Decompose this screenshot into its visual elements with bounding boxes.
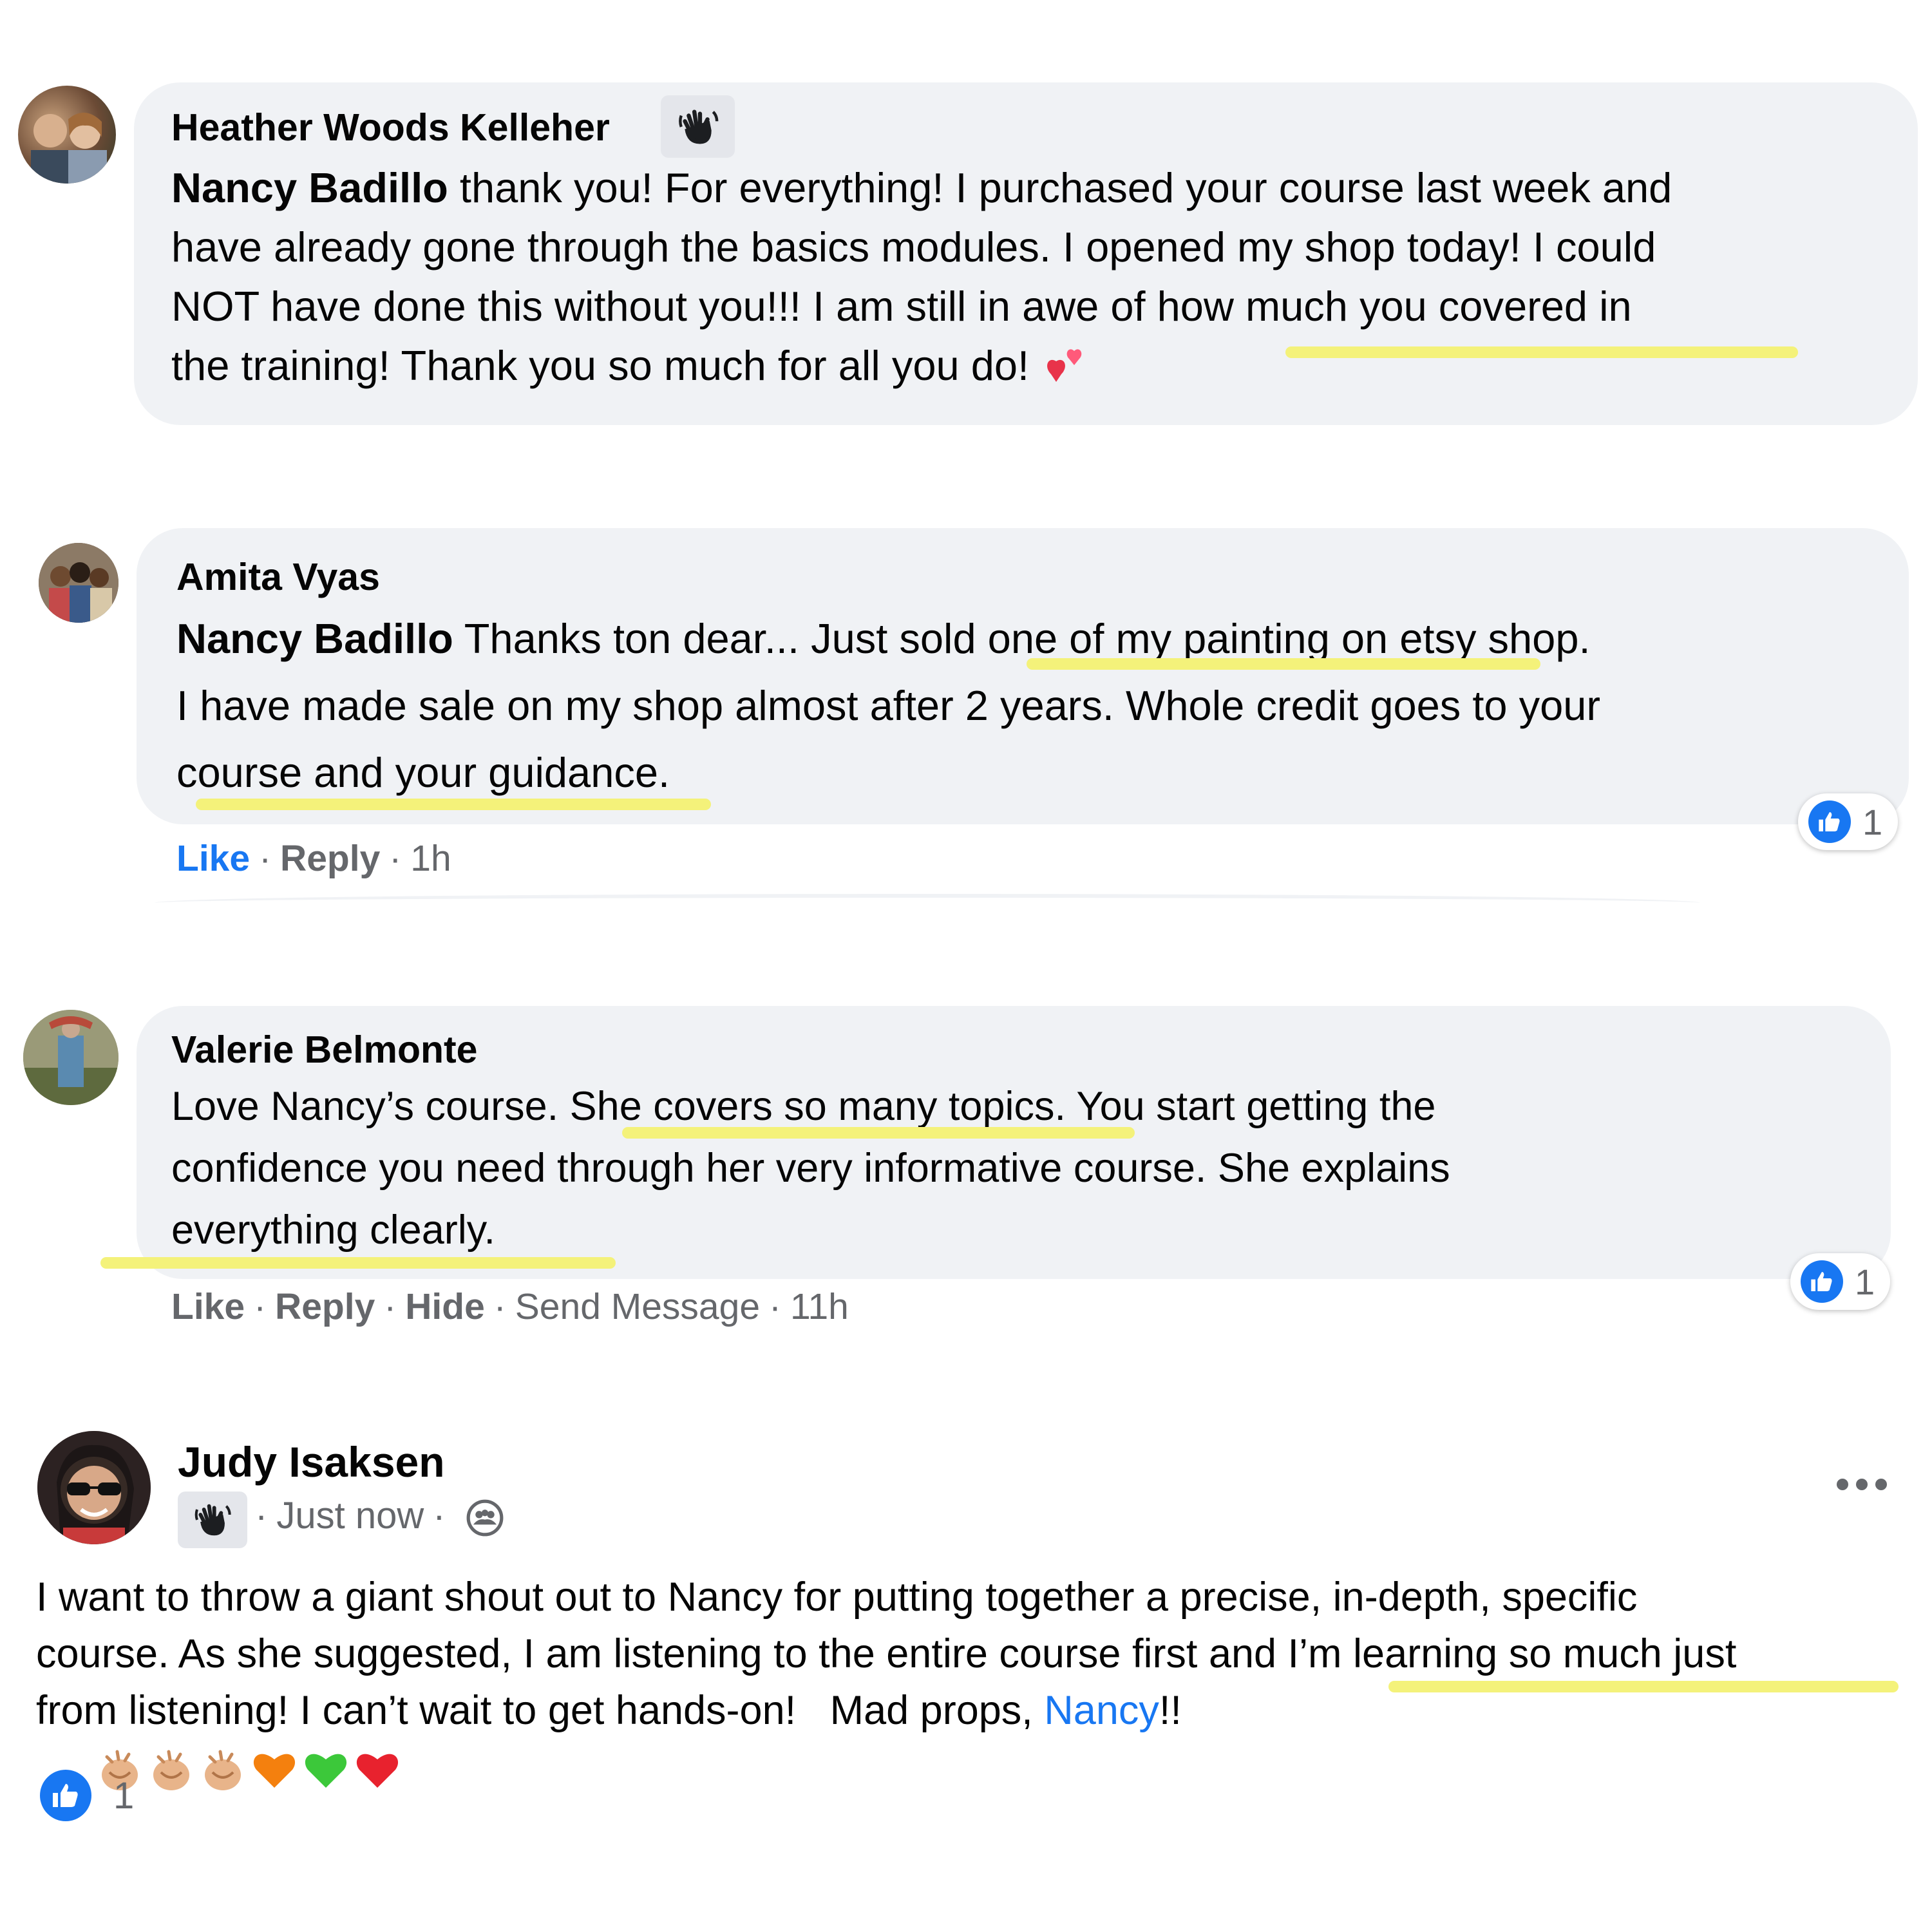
waving-hand-icon (678, 109, 718, 144)
comment-text: Love Nancy’s course. She covers so many … (171, 1084, 1450, 1253)
highlight-mark (1388, 1681, 1899, 1692)
green-heart-icon (305, 1754, 347, 1788)
bubble-edge (155, 894, 1700, 912)
reply-button[interactable]: Reply (280, 838, 380, 879)
send-message-button[interactable]: Send Message (515, 1286, 760, 1327)
reaction-count: 1 (1862, 801, 1883, 842)
timestamp[interactable]: 1h (410, 838, 451, 879)
reaction-count: 1 (113, 1774, 135, 1817)
avatar-heather[interactable] (18, 86, 116, 184)
red-heart-icon (356, 1754, 399, 1788)
avatar-photo (23, 1010, 118, 1105)
comment-author[interactable]: Amita Vyas (176, 555, 380, 599)
reaction-summary[interactable]: 1 (1798, 793, 1899, 850)
avatar-photo (31, 112, 107, 184)
clapping-hands-icon (205, 1750, 242, 1791)
like-button[interactable]: Like (176, 838, 250, 879)
reaction-summary[interactable]: 1 (1790, 1253, 1891, 1310)
avatar-photo (37, 1431, 151, 1544)
reply-button[interactable]: Reply (275, 1286, 375, 1327)
post-reactions[interactable]: 1 (40, 1770, 134, 1821)
comment-text: Nancy Badillo thank you! For everything!… (171, 158, 1897, 395)
comment-actions: Like · Reply · 1h (176, 838, 451, 879)
highlight-mark (196, 799, 711, 810)
comment-author[interactable]: Heather Woods Kelleher (171, 106, 610, 149)
two-hearts-icon (1047, 349, 1082, 382)
badge[interactable] (661, 95, 735, 158)
highlight-mark (1285, 346, 1798, 358)
timestamp[interactable]: 11h (790, 1286, 849, 1327)
clapping-hands-icon (153, 1750, 190, 1791)
avatar-judy[interactable] (37, 1431, 151, 1544)
more-options-icon[interactable] (1833, 1475, 1891, 1494)
reaction-count: 1 (1855, 1261, 1875, 1302)
comment-author[interactable]: Valerie Belmonte (171, 1028, 478, 1072)
post-meta: · Just now · (255, 1495, 446, 1537)
orange-heart-icon (253, 1754, 296, 1788)
post-text: I want to throw a giant shout out to Nan… (36, 1569, 1917, 1852)
comment-text: Nancy Badillo Thanks ton dear... Just so… (176, 615, 1601, 796)
like-reaction-icon (1801, 1260, 1843, 1303)
highlight-mark (100, 1257, 616, 1269)
timestamp[interactable]: Just now (276, 1495, 424, 1537)
highlight-mark (1027, 658, 1540, 670)
group-icon[interactable] (465, 1498, 505, 1538)
mention-link[interactable]: Nancy Badillo (171, 164, 448, 211)
highlight-mark (622, 1127, 1135, 1139)
like-reaction-icon (40, 1770, 91, 1821)
badge[interactable] (178, 1492, 247, 1548)
avatar-valerie[interactable] (23, 1010, 118, 1105)
hide-button[interactable]: Hide (405, 1286, 485, 1327)
avatar-photo (39, 543, 118, 623)
avatar-amita[interactable] (39, 543, 118, 623)
like-button[interactable]: Like (171, 1286, 245, 1327)
waving-hand-icon (194, 1504, 231, 1536)
post-author[interactable]: Judy Isaksen (178, 1437, 445, 1486)
comment-actions: Like · Reply · Hide · Send Message · 11h (171, 1286, 849, 1327)
like-reaction-icon (1808, 800, 1851, 843)
mention-link[interactable]: Nancy (1044, 1688, 1159, 1733)
mention-link[interactable]: Nancy Badillo (176, 615, 453, 662)
